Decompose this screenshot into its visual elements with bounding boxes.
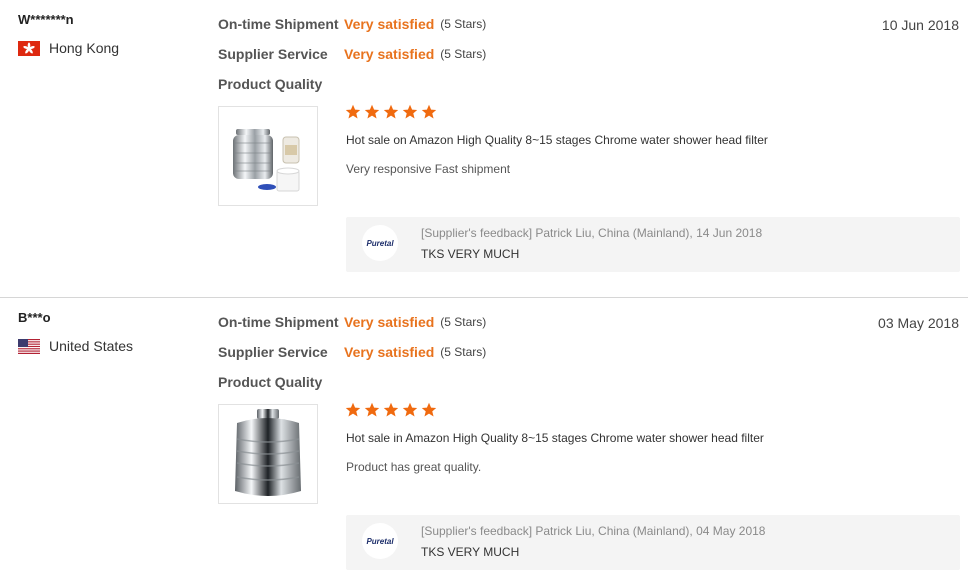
product-name-link[interactable]: Hot sale on Amazon High Quality 8~15 sta…	[346, 133, 768, 147]
rating-label: Supplier Service	[218, 344, 328, 360]
rating-label: Product Quality	[218, 374, 323, 390]
product-name-link[interactable]: Hot sale in Amazon High Quality 8~15 sta…	[346, 431, 764, 445]
rating-product-quality: Product Quality	[218, 372, 344, 392]
product-thumbnail[interactable]	[218, 404, 318, 504]
rating-value: Very satisfied	[344, 16, 435, 32]
star-icon	[402, 104, 418, 119]
supplier-feedback: Puretal [Supplier's feedback] Patrick Li…	[346, 515, 960, 570]
star-icon	[402, 402, 418, 417]
product-rating-stars	[345, 402, 440, 418]
rating-value: Very satisfied	[344, 344, 435, 360]
review-item: B***o United States 03 May 2018 On-time …	[0, 298, 968, 578]
rating-value: Very satisfied	[344, 314, 435, 330]
feedback-text: TKS VERY MUCH	[421, 545, 520, 559]
rating-label: On-time Shipment	[218, 314, 339, 330]
rating-stars-text: (5 Stars)	[440, 345, 487, 359]
buyer-name: W*******n	[18, 12, 74, 27]
supplier-feedback: Puretal [Supplier's feedback] Patrick Li…	[346, 217, 960, 272]
star-icon	[364, 402, 380, 417]
rating-supplier-service: Supplier Service Very satisfied (5 Stars…	[218, 44, 486, 64]
buyer-name: B***o	[18, 310, 51, 325]
review-comment: Very responsive Fast shipment	[346, 162, 511, 176]
united-states-flag-icon	[18, 338, 40, 354]
rating-label: Supplier Service	[218, 46, 328, 62]
rating-product-quality: Product Quality	[218, 74, 344, 94]
supplier-logo: Puretal	[362, 225, 398, 261]
star-icon	[364, 104, 380, 119]
product-thumbnail[interactable]	[218, 106, 318, 206]
country-label: United States	[49, 338, 134, 354]
feedback-meta: [Supplier's feedback] Patrick Liu, China…	[421, 524, 766, 538]
review-comment: Product has great quality.	[346, 460, 482, 474]
rating-value: Very satisfied	[344, 46, 435, 62]
review-item: W*******n Hong Kong 10 Jun 2018 On-time …	[0, 0, 968, 297]
rating-label: On-time Shipment	[218, 16, 339, 32]
rating-stars-text: (5 Stars)	[440, 47, 487, 61]
product-rating-stars	[345, 104, 440, 120]
review-date: 10 Jun 2018	[881, 17, 959, 33]
rating-stars-text: (5 Stars)	[440, 17, 487, 31]
rating-on-time-shipment: On-time Shipment Very satisfied (5 Stars…	[218, 312, 486, 332]
hong-kong-flag-icon	[18, 40, 40, 56]
star-icon	[383, 104, 399, 119]
buyer-country: United States	[18, 338, 133, 354]
supplier-logo: Puretal	[362, 523, 398, 559]
star-icon	[421, 402, 437, 417]
star-icon	[345, 104, 361, 119]
buyer-country: Hong Kong	[18, 40, 119, 56]
feedback-meta: [Supplier's feedback] Patrick Liu, China…	[421, 226, 763, 240]
rating-label: Product Quality	[218, 76, 323, 92]
rating-supplier-service: Supplier Service Very satisfied (5 Stars…	[218, 342, 486, 362]
country-label: Hong Kong	[49, 40, 120, 56]
shower-filter-image	[235, 409, 301, 496]
star-icon	[345, 402, 361, 417]
supplier-logo-text: Puretal	[366, 238, 394, 248]
star-icon	[421, 104, 437, 119]
shower-filter-image	[233, 129, 300, 192]
rating-on-time-shipment: On-time Shipment Very satisfied (5 Stars…	[218, 14, 486, 34]
star-icon	[383, 402, 399, 417]
supplier-logo-text: Puretal	[366, 536, 394, 546]
feedback-text: TKS VERY MUCH	[421, 247, 520, 261]
review-date: 03 May 2018	[878, 315, 959, 331]
rating-stars-text: (5 Stars)	[440, 315, 487, 329]
